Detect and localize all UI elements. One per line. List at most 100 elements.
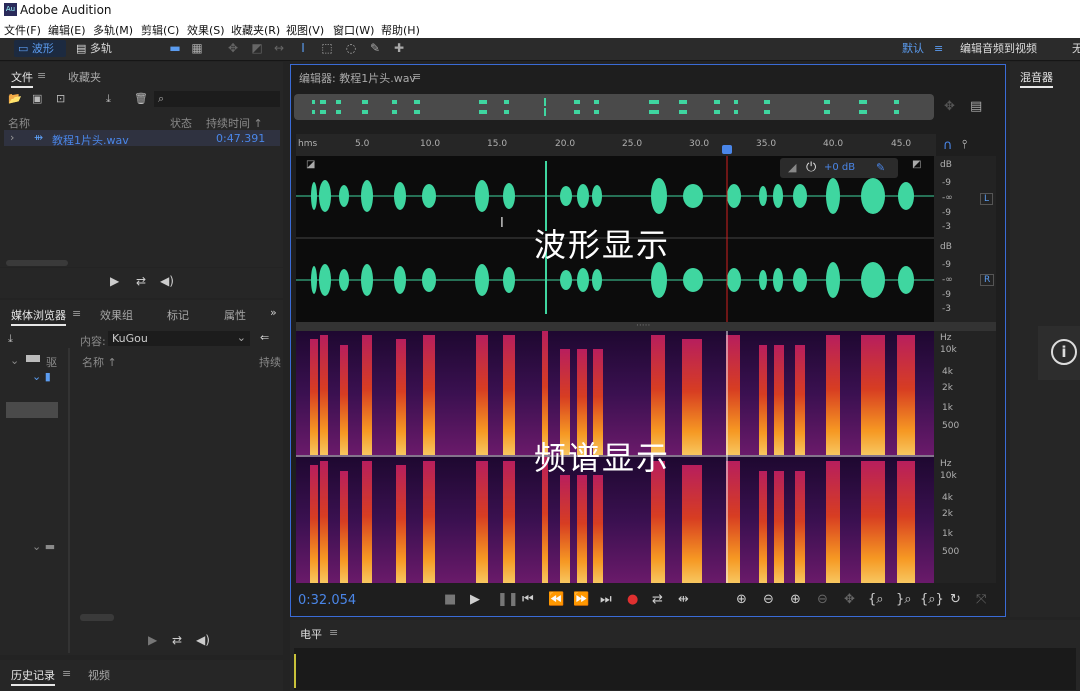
tab-effects-rack[interactable]: 效果组 — [100, 307, 133, 323]
workspace-menu-icon[interactable]: ≡ — [934, 40, 943, 57]
slip-tool-icon[interactable]: ↔ — [272, 41, 286, 55]
menu-file[interactable]: 文件(F) — [4, 22, 41, 38]
zoom-full-icon[interactable]: ✥ — [844, 592, 855, 607]
channel-left-button[interactable]: L — [980, 193, 994, 205]
lasso-tool-icon[interactable]: ◌ — [344, 41, 358, 55]
zoom-out-time-icon[interactable]: ⊖ — [817, 592, 828, 607]
pause-icon[interactable]: ❚❚ — [497, 592, 519, 607]
menu-help[interactable]: 帮助(H) — [381, 22, 420, 38]
go-to-end-icon[interactable]: ⏭ — [600, 592, 612, 607]
tree-folder-icon[interactable]: ⌄ ▮ — [32, 370, 51, 383]
move-tool-icon[interactable]: ✥ — [226, 41, 240, 55]
history-menu-icon[interactable]: ≡ — [62, 667, 71, 680]
waveform-view-button[interactable]: ▭ 波形 — [14, 40, 66, 57]
preview-volume-icon[interactable]: ◀) — [160, 274, 174, 288]
skip-selection-icon[interactable]: ⇹ — [678, 592, 689, 607]
import-icon[interactable]: ▣ — [32, 92, 42, 105]
tab-files[interactable]: 文件 — [11, 69, 33, 88]
channel-right-button[interactable]: R — [980, 274, 995, 286]
spectral-display[interactable]: 频谱显示 — [296, 331, 934, 583]
media-loop-icon[interactable]: ⇄ — [172, 633, 182, 647]
waveform-display-icon[interactable]: ▬ — [168, 41, 182, 55]
menu-edit[interactable]: 编辑(E) — [48, 22, 86, 38]
tree-expand-icon[interactable]: ⌄ — [10, 354, 19, 367]
media-menu-icon[interactable]: ≡ — [72, 307, 81, 320]
tree-selected-item[interactable] — [6, 402, 58, 418]
spot-healing-icon[interactable]: ✚ — [392, 41, 406, 55]
pin-icon[interactable]: ⫯ — [962, 137, 967, 152]
menu-favorites[interactable]: 收藏夹(R) — [231, 22, 280, 38]
editor-menu-icon[interactable]: ≡ — [412, 70, 421, 83]
menu-clip[interactable]: 剪辑(C) — [141, 22, 179, 38]
zoom-out-amplitude-icon[interactable]: ⊖ — [763, 592, 774, 607]
open-file-icon[interactable]: 📂 — [8, 92, 22, 105]
media-scrollbar[interactable] — [80, 614, 114, 621]
files-scrollbar[interactable] — [6, 260, 68, 266]
tab-video[interactable]: 视频 — [88, 667, 110, 683]
column-name[interactable]: 名称 — [8, 115, 30, 131]
column-divider[interactable] — [68, 348, 70, 653]
gain-value[interactable]: +0 dB — [824, 162, 855, 173]
tree-item-label[interactable]: 驱 — [46, 354, 57, 370]
preview-play-icon[interactable]: ▶ — [110, 274, 119, 288]
hud-pin-icon[interactable]: ✎ — [876, 161, 885, 174]
menu-window[interactable]: 窗口(W) — [333, 22, 374, 38]
gain-knob-icon[interactable]: ⏻ — [806, 160, 816, 175]
workspace-default[interactable]: 默认 — [902, 40, 924, 57]
column-status[interactable]: 状态 — [170, 115, 192, 131]
playhead-handle[interactable] — [722, 145, 732, 154]
multitrack-view-button[interactable]: ▤ 多轨 — [76, 40, 112, 57]
view-splitter[interactable]: ····· — [296, 321, 996, 331]
menu-view[interactable]: 视图(V) — [286, 22, 324, 38]
waveform-display[interactable]: ◢ ⏻ +0 dB ✎ ◪ ◩ 波形显示 I — [296, 156, 934, 322]
zoom-in-point-icon[interactable]: {⌕ — [868, 592, 884, 607]
menu-effects[interactable]: 效果(S) — [187, 22, 225, 38]
fade-out-handle-icon[interactable]: ◩ — [912, 159, 921, 170]
content-select[interactable]: KuGou ⌄ — [108, 331, 250, 346]
zoom-out-point-icon[interactable]: }⌕ — [896, 592, 912, 607]
tab-media-browser[interactable]: 媒体浏览器 — [11, 307, 66, 326]
stop-icon[interactable]: ■ — [444, 592, 456, 607]
tab-favorites[interactable]: 收藏夹 — [68, 69, 101, 85]
file-row[interactable]: › ⇻ 教程1片头.wav 0:47.391 — [4, 130, 280, 147]
current-time[interactable]: 0:32.054 — [298, 593, 356, 608]
level-menu-icon[interactable]: ≡ — [329, 626, 338, 639]
fade-in-handle-icon[interactable]: ◪ — [306, 159, 315, 170]
files-search-input[interactable]: ⌕ — [154, 91, 280, 107]
preview-loop-icon[interactable]: ⇄ — [136, 274, 146, 288]
rewind-icon[interactable]: ⏪ — [548, 592, 564, 607]
media-volume-icon[interactable]: ◀) — [196, 633, 210, 647]
time-selection-tool-icon[interactable]: I — [296, 41, 310, 55]
media-play-icon[interactable]: ▶ — [148, 633, 157, 647]
tab-markers[interactable]: 标记 — [167, 307, 189, 323]
zoom-lock-icon[interactable]: ⤧ — [976, 592, 986, 607]
menu-multitrack[interactable]: 多轨(M) — [93, 22, 133, 38]
spectral-display-icon[interactable]: ▦ — [190, 41, 204, 55]
column-duration[interactable]: 持续时间 ↑ — [206, 115, 263, 131]
razor-tool-icon[interactable]: ◩ — [250, 41, 264, 55]
overview-navigator[interactable] — [294, 94, 934, 120]
tab-mixer[interactable]: 混音器 — [1020, 69, 1053, 88]
snap-magnet-icon[interactable]: ∩ — [943, 138, 953, 153]
fast-forward-icon[interactable]: ⏩ — [573, 592, 589, 607]
record-icon[interactable]: ● — [627, 592, 638, 607]
brush-tool-icon[interactable]: ✎ — [368, 41, 382, 55]
tab-history[interactable]: 历史记录 — [11, 667, 55, 686]
marquee-tool-icon[interactable]: ⬚ — [320, 41, 334, 55]
info-button[interactable]: i — [1038, 326, 1080, 380]
play-icon[interactable]: ▶ — [470, 592, 480, 607]
expand-icon[interactable]: › — [10, 131, 14, 144]
go-to-start-icon[interactable]: ⏮ — [522, 592, 534, 607]
media-import-icon[interactable]: ⤓ — [8, 332, 13, 346]
back-arrow-icon[interactable]: ⇐ — [260, 331, 269, 344]
tab-properties[interactable]: 属性 — [224, 307, 246, 323]
loop-icon[interactable]: ⇄ — [652, 592, 663, 607]
workspace-edit-video[interactable]: 编辑音频到视频 — [960, 40, 1037, 57]
zoom-navigator-icon[interactable]: ✥ — [944, 99, 955, 114]
zoom-in-time-icon[interactable]: ⊕ — [790, 592, 801, 607]
media-column-name[interactable]: 名称 ↑ — [82, 354, 117, 370]
files-menu-icon[interactable]: ≡ — [37, 69, 46, 82]
panel-layout-icon[interactable]: ▤ — [970, 99, 982, 114]
tree-subfolder-icon[interactable]: ⌄ ▬ — [32, 540, 55, 553]
more-panels-icon[interactable]: » — [270, 306, 277, 319]
